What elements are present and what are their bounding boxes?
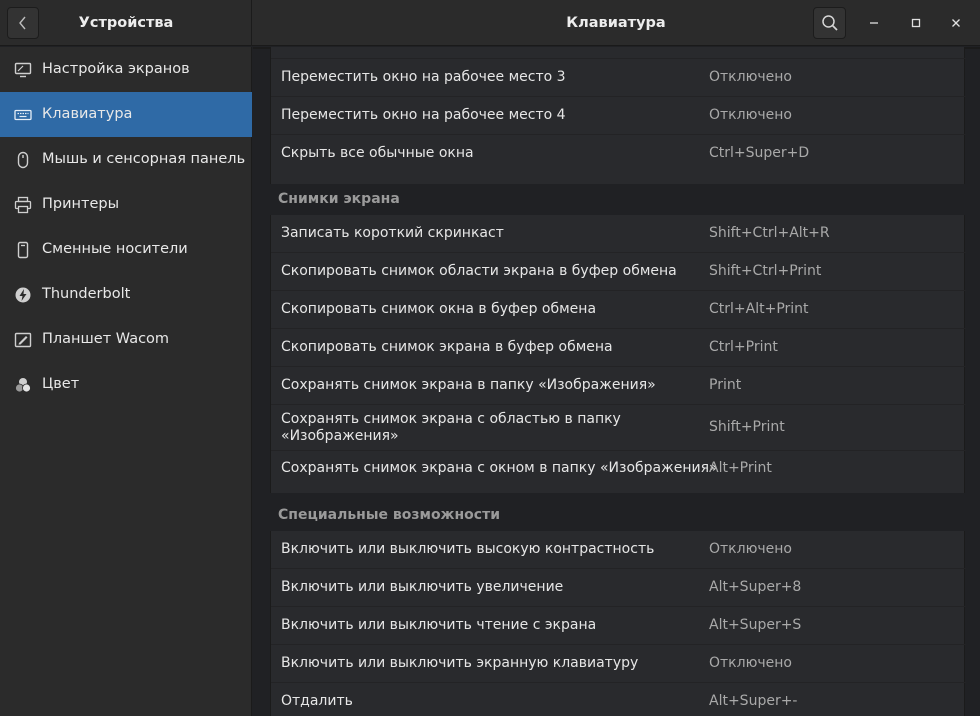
thunderbolt-icon (14, 286, 32, 304)
shortcut-key: Ctrl+Super+D (709, 145, 810, 161)
table-row[interactable]: Включить или выключить увеличение Alt+Su… (271, 569, 966, 607)
sidebar-item-label: Цвет (42, 376, 80, 392)
shortcut-key: Ctrl+Alt+Print (709, 301, 809, 317)
printer-icon (14, 196, 32, 214)
sidebar-item-label: Thunderbolt (42, 286, 131, 302)
sidebar-item-keyboard[interactable]: Клавиатура (0, 92, 252, 137)
shortcut-key: Shift+Print (709, 419, 785, 435)
minimize-icon (870, 22, 878, 24)
shortcut-key: Alt+Print (709, 460, 772, 476)
shortcut-name: Скрыть все обычные окна (281, 145, 474, 161)
sidebar-item-printers[interactable]: Принтеры (0, 182, 252, 227)
header-bar: Устройства Клавиатура (0, 0, 980, 46)
shortcuts-scroll-area[interactable]: Переместить окно на рабочее место 3 Откл… (253, 47, 980, 716)
shortcut-key: Shift+Ctrl+Alt+R (709, 225, 830, 241)
removable-media-icon (14, 241, 32, 259)
table-row[interactable]: Сохранять снимок экрана с областью в пап… (271, 405, 966, 451)
sidebar-item-displays[interactable]: Настройка экранов (0, 47, 252, 92)
mouse-icon (14, 151, 32, 169)
sidebar-item-label: Клавиатура (42, 106, 133, 122)
sidebar-header: Устройства (0, 0, 252, 46)
shortcut-list-accessibility: Включить или выключить высокую контрастн… (270, 531, 966, 716)
shortcut-name: Скопировать снимок области экрана в буфе… (281, 263, 677, 279)
section-title-screenshots: Снимки экрана (278, 191, 400, 207)
table-row[interactable]: Сохранять снимок экрана с окном в папку … (271, 451, 966, 493)
sidebar-item-label: Сменные носители (42, 241, 188, 257)
table-row[interactable]: Записать короткий скринкаст Shift+Ctrl+A… (271, 215, 966, 253)
table-row[interactable]: Включить или выключить экранную клавиату… (271, 645, 966, 683)
chevron-left-icon (19, 16, 26, 30)
shortcut-key: Отключено (709, 69, 792, 85)
close-icon (952, 19, 960, 27)
sidebar-item-color[interactable]: Цвет (0, 362, 252, 407)
table-row[interactable]: Включить или выключить высокую контрастн… (271, 531, 966, 569)
table-row[interactable]: Переместить окно на рабочее место 3 Откл… (271, 59, 966, 97)
table-row[interactable]: Скопировать снимок экрана в буфер обмена… (271, 329, 966, 367)
back-button[interactable] (7, 7, 39, 39)
shortcut-key: Shift+Ctrl+Print (709, 263, 822, 279)
shortcut-list-screenshots: Записать короткий скринкаст Shift+Ctrl+A… (270, 215, 966, 493)
sidebar-item-wacom[interactable]: Планшет Wacom (0, 317, 252, 362)
shortcut-key: Отключено (709, 107, 792, 123)
wacom-tablet-icon (14, 331, 32, 349)
shortcut-name: Включить или выключить высокую контрастн… (281, 541, 655, 557)
minimize-button[interactable] (862, 11, 886, 35)
sidebar-item-thunderbolt[interactable]: Thunderbolt (0, 272, 252, 317)
table-row[interactable]: Включить или выключить чтение с экрана A… (271, 607, 966, 645)
shortcut-name: Включить или выключить увеличение (281, 579, 564, 595)
search-icon (821, 15, 838, 31)
shortcut-list-windows: Переместить окно на рабочее место 3 Откл… (270, 47, 966, 184)
table-row[interactable]: Переместить окно на рабочее место 4 Откл… (271, 97, 966, 135)
sidebar-item-label: Мышь и сенсорная панель (42, 151, 246, 167)
maximize-button[interactable] (904, 11, 928, 35)
table-row[interactable]: Скопировать снимок окна в буфер обмена C… (271, 291, 966, 329)
table-row[interactable]: Скопировать снимок области экрана в буфе… (271, 253, 966, 291)
sidebar-item-mouse[interactable]: Мышь и сенсорная панель (0, 137, 252, 182)
shortcut-name: Записать короткий скринкаст (281, 225, 504, 241)
shortcut-name: Сохранять снимок экрана с окном в папку … (281, 460, 718, 476)
shortcut-key: Ctrl+Print (709, 339, 778, 355)
shortcut-name: Включить или выключить экранную клавиату… (281, 655, 639, 671)
shortcut-name: Переместить окно на рабочее место 3 (281, 69, 566, 85)
shortcut-key: Отключено (709, 655, 792, 671)
shortcut-name: Скопировать снимок экрана в буфер обмена (281, 339, 613, 355)
sidebar-item-removable-media[interactable]: Сменные носители (0, 227, 252, 272)
sidebar-item-label: Настройка экранов (42, 61, 190, 77)
table-row[interactable]: Скрыть все обычные окна Ctrl+Super+D (271, 135, 966, 184)
shortcut-name: Включить или выключить чтение с экрана (281, 617, 597, 633)
shortcut-name: Скопировать снимок окна в буфер обмена (281, 301, 597, 317)
close-button[interactable] (944, 11, 968, 35)
search-button[interactable] (813, 7, 846, 39)
section-title-accessibility: Специальные возможности (278, 507, 501, 523)
sidebar: Настройка экранов Клавиатура Мышь и сенс… (0, 47, 252, 716)
shortcut-name: Сохранять снимок экрана с областью в пап… (281, 411, 621, 444)
shortcut-key: Alt+Super+8 (709, 579, 802, 595)
shortcut-name: Переместить окно на рабочее место 4 (281, 107, 566, 123)
shortcut-name: Сохранять снимок экрана в папку «Изображ… (281, 377, 656, 393)
shortcut-key: Alt+Super+- (709, 693, 798, 709)
shortcut-name: Отдалить (281, 693, 353, 709)
display-icon (14, 61, 32, 79)
keyboard-icon (14, 106, 32, 124)
sidebar-item-label: Принтеры (42, 196, 120, 212)
shortcut-key: Отключено (709, 541, 792, 557)
table-row-partial (271, 47, 966, 59)
maximize-icon (911, 18, 921, 28)
table-row[interactable]: Сохранять снимок экрана в папку «Изображ… (271, 367, 966, 405)
color-icon (14, 376, 32, 394)
sidebar-item-label: Планшет Wacom (42, 331, 170, 347)
shortcut-key: Alt+Super+S (709, 617, 802, 633)
shortcut-key: Print (709, 377, 742, 393)
table-row[interactable]: Отдалить Alt+Super+- (271, 683, 966, 716)
